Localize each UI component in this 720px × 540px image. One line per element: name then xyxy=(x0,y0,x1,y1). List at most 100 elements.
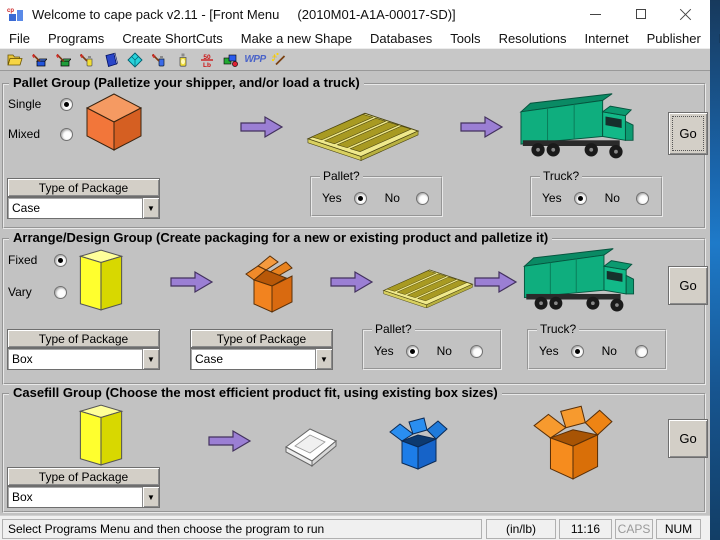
pallet-group: Pallet Group (Palletize your shipper, an… xyxy=(2,83,706,229)
pallet-question-row: Yes No xyxy=(374,344,496,358)
titlebar: cp Welcome to cape pack v2.11 - [Front M… xyxy=(0,0,710,28)
arrange-truck-yes-radio[interactable] xyxy=(571,345,584,358)
maximize-icon xyxy=(636,9,646,19)
pallet-question-row: Yes No xyxy=(322,191,437,205)
pallet-image xyxy=(304,103,422,161)
truck-question-title: Truck? xyxy=(537,322,579,336)
status-caps: CAPS xyxy=(615,519,653,539)
casefill-group-go-button[interactable]: Go xyxy=(668,419,708,458)
dropdown-arrow-icon[interactable]: ▼ xyxy=(142,349,159,369)
truck-question-title: Truck? xyxy=(540,169,582,183)
wand-bottle-icon[interactable] xyxy=(78,51,96,69)
statusbar: Select Programs Menu and then choose the… xyxy=(0,515,710,540)
truck-yes-radio[interactable] xyxy=(574,192,587,205)
pallet-type-of-package-button[interactable]: Type of Package xyxy=(7,178,160,197)
arrange-pallet-yes-radio[interactable] xyxy=(406,345,419,358)
wand-bottle-blue-icon[interactable] xyxy=(150,51,168,69)
arrow-right-icon xyxy=(460,115,504,139)
desktop-background xyxy=(710,0,720,540)
dropdown-arrow-icon[interactable]: ▼ xyxy=(315,349,332,369)
blue-open-box-image xyxy=(388,411,450,471)
bottle-icon[interactable] xyxy=(174,51,192,69)
app-window: cp Welcome to cape pack v2.11 - [Front M… xyxy=(0,0,710,540)
shapes-icon[interactable] xyxy=(222,51,240,69)
menu-internet[interactable]: Internet xyxy=(576,31,638,46)
fixed-radio[interactable] xyxy=(54,254,67,267)
casefill-group: Casefill Group (Choose the most efficien… xyxy=(2,393,706,513)
single-radio[interactable] xyxy=(60,98,73,111)
arrow-right-icon xyxy=(474,270,518,294)
pallet-group-go-button[interactable]: Go xyxy=(668,112,708,155)
wand-case-blue-icon[interactable] xyxy=(30,51,48,69)
status-message-text: Select Programs Menu and then choose the… xyxy=(8,522,324,536)
open-case-orange-image xyxy=(242,252,298,314)
menu-programs[interactable]: Programs xyxy=(39,31,113,46)
arrange-pallet-no-radio[interactable] xyxy=(470,345,483,358)
single-radio-label: Single xyxy=(8,97,41,111)
menu-tools[interactable]: Tools xyxy=(441,31,489,46)
arrange-primary-package-select[interactable]: Box ▼ xyxy=(7,348,160,370)
close-button[interactable] xyxy=(663,0,708,28)
wizard-wand-icon[interactable] xyxy=(270,51,288,69)
truck-question-row: Yes No xyxy=(539,344,661,358)
menu-make-a-new-shape[interactable]: Make a new Shape xyxy=(232,31,361,46)
arrange-primary-type-of-package-button[interactable]: Type of Package xyxy=(7,329,160,348)
wand-case-green-icon[interactable] xyxy=(54,51,72,69)
menu-help[interactable]: Help xyxy=(710,31,720,46)
mixed-radio[interactable] xyxy=(60,128,73,141)
wpp-icon[interactable]: WPP xyxy=(246,51,264,69)
status-num-text: NUM xyxy=(665,522,692,536)
no-label: No xyxy=(602,344,617,358)
menu-databases[interactable]: Databases xyxy=(361,31,441,46)
arrow-right-icon xyxy=(330,270,374,294)
truck-image xyxy=(518,244,640,318)
arrange-group-go-button[interactable]: Go xyxy=(668,266,708,305)
arrange-design-group: Arrange/Design Group (Create packaging f… xyxy=(2,238,706,385)
pallet-no-radio[interactable] xyxy=(416,192,429,205)
notebook-icon[interactable] xyxy=(102,51,120,69)
arrange-secondary-package-select[interactable]: Case ▼ xyxy=(190,348,333,370)
no-label: No xyxy=(385,191,400,205)
go-button-label: Go xyxy=(679,431,696,446)
svg-text:Lb: Lb xyxy=(203,62,211,68)
minimize-button[interactable] xyxy=(573,0,618,28)
menu-file[interactable]: File xyxy=(0,31,39,46)
menu-create-shortcuts[interactable]: Create ShortCuts xyxy=(113,31,231,46)
dropdown-arrow-icon[interactable]: ▼ xyxy=(142,198,159,218)
yellow-box-image xyxy=(74,401,128,469)
status-units: (in/lb) xyxy=(486,519,556,539)
svg-text:cp: cp xyxy=(7,8,14,14)
dropdown-arrow-icon[interactable]: ▼ xyxy=(142,487,159,507)
arrange-pallet-question-group: Pallet? Yes No xyxy=(362,329,502,370)
mixed-radio-label: Mixed xyxy=(8,127,40,141)
menubar: File Programs Create ShortCuts Make a ne… xyxy=(0,28,710,48)
pallet-package-select[interactable]: Case ▼ xyxy=(7,197,160,219)
go-button-label: Go xyxy=(679,126,696,141)
orange-cube-image xyxy=(84,93,144,151)
pallet-yes-radio[interactable] xyxy=(354,192,367,205)
orange-open-box-image xyxy=(532,397,614,483)
type-of-package-label: Type of Package xyxy=(39,470,128,484)
yes-label: Yes xyxy=(374,344,394,358)
arrange-secondary-type-of-package-button[interactable]: Type of Package xyxy=(190,329,333,348)
casefill-type-of-package-button[interactable]: Type of Package xyxy=(7,467,160,486)
white-tray-image xyxy=(282,417,340,467)
pallet-question-title: Pallet? xyxy=(320,169,363,183)
type-of-package-label: Type of Package xyxy=(217,332,306,346)
carton-cyan-icon[interactable] xyxy=(126,51,144,69)
truck-image xyxy=(514,89,640,165)
truck-no-radio[interactable] xyxy=(636,192,649,205)
status-units-text: (in/lb) xyxy=(506,522,536,536)
window-controls xyxy=(573,0,708,28)
menu-resolutions[interactable]: Resolutions xyxy=(490,31,576,46)
window-title: Welcome to cape pack v2.11 - [Front Menu… xyxy=(32,7,456,22)
casefill-package-select[interactable]: Box ▼ xyxy=(7,486,160,508)
arrange-truck-no-radio[interactable] xyxy=(635,345,648,358)
menu-publisher[interactable]: Publisher xyxy=(638,31,710,46)
vary-radio[interactable] xyxy=(54,286,67,299)
open-folder-icon[interactable] xyxy=(6,51,24,69)
pallet-package-value: Case xyxy=(8,198,142,218)
arrow-right-icon xyxy=(170,270,214,294)
weight-limit-50lb-icon[interactable]: 50 Lb xyxy=(198,51,216,69)
maximize-button[interactable] xyxy=(618,0,663,28)
